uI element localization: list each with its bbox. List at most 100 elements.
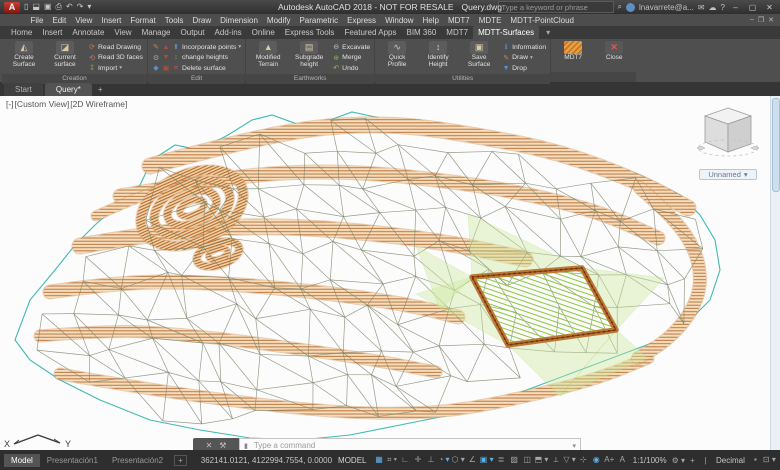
- viewport-view-control[interactable]: [Custom View]: [15, 99, 70, 109]
- mdt7-button[interactable]: MDT7: [555, 41, 591, 62]
- save-surface-button[interactable]: ▣ Save Surface: [461, 41, 497, 69]
- menu-item[interactable]: Parametric: [295, 16, 343, 25]
- menu-item[interactable]: MDT7: [443, 16, 474, 25]
- 3d-object-snap-icon[interactable]: ⬒ ▾: [534, 455, 550, 465]
- command-input[interactable]: [251, 440, 569, 450]
- file-tab[interactable]: Start: [4, 83, 43, 96]
- ribbon-tab[interactable]: Insert: [37, 26, 67, 39]
- layout-tab[interactable]: Presentación1: [40, 454, 105, 467]
- save-icon[interactable]: ▣: [44, 2, 52, 12]
- help-icon[interactable]: ?: [721, 3, 725, 12]
- change-heights-button[interactable]: ⚙ ▼ ↕ change heights: [152, 54, 241, 62]
- current-surface-button[interactable]: ◪ Current surface: [47, 41, 83, 69]
- new-layout-button[interactable]: +: [174, 454, 187, 466]
- ribbon-tab[interactable]: MDTT-Surfaces: [473, 26, 540, 39]
- doc-restore-button[interactable]: ❐: [758, 16, 764, 24]
- signed-in-user[interactable]: lnavarrete@a...: [639, 3, 694, 12]
- identify-height-button[interactable]: ↕ Identify Height: [420, 41, 456, 69]
- annotation-visibility-icon[interactable]: ◉: [590, 455, 603, 465]
- ribbon-tab[interactable]: Featured Apps: [339, 26, 401, 39]
- annotation-autoscale-icon[interactable]: A+: [603, 455, 616, 465]
- ribbon-tab[interactable]: Output: [176, 26, 210, 39]
- drawing-canvas[interactable]: [-] [Custom View] [2D Wireframe] Unnamed…: [0, 96, 780, 450]
- communication-center-icon[interactable]: ✉: [698, 3, 705, 12]
- maximize-button[interactable]: ▢: [746, 3, 759, 12]
- dynamic-input-icon[interactable]: ✛: [411, 455, 424, 465]
- infer-constraints-icon[interactable]: ∟: [398, 455, 411, 465]
- open-file-icon[interactable]: ⬓: [32, 2, 40, 12]
- command-close-icon[interactable]: ✕: [206, 441, 213, 450]
- ribbon-tab[interactable]: BIM 360: [401, 26, 441, 39]
- autocad-logo-icon[interactable]: A: [4, 1, 20, 13]
- workspace-switching-icon[interactable]: ⚙ ▾: [671, 456, 686, 465]
- transparency-icon[interactable]: ▨: [508, 455, 521, 465]
- viewcube-icon[interactable]: [693, 102, 763, 160]
- grid-icon[interactable]: ▦: [372, 455, 385, 465]
- incorporate-points-button[interactable]: ✎ ▲ ⬆ Incorporate points ▾: [152, 43, 241, 52]
- modified-terrain-button[interactable]: ▲ Modified Terrain: [250, 41, 286, 69]
- menu-item[interactable]: Modify: [262, 16, 295, 25]
- menu-item[interactable]: Insert: [97, 16, 126, 25]
- read-drawing-button[interactable]: ⟳ Read Drawing: [88, 43, 143, 52]
- snap-mode-icon[interactable]: ⌗ ▾: [385, 455, 398, 465]
- selection-cycling-icon[interactable]: ◫: [521, 455, 534, 465]
- ortho-mode-icon[interactable]: ⊥: [424, 455, 437, 465]
- search-input[interactable]: [497, 1, 614, 13]
- annotation-scale-control[interactable]: 1:1/100%: [631, 456, 669, 465]
- units-divider-icon[interactable]: |: [699, 456, 712, 465]
- menu-item[interactable]: Express: [343, 16, 381, 25]
- minimize-button[interactable]: –: [729, 3, 742, 12]
- polar-tracking-icon[interactable]: ◔ ▾: [437, 455, 450, 465]
- ribbon-tab[interactable]: Manage: [137, 26, 176, 39]
- layout-tab[interactable]: Model: [4, 453, 40, 467]
- viewport-menu-control[interactable]: [-]: [6, 99, 14, 109]
- import-button[interactable]: ↧ Import ▾: [88, 64, 143, 73]
- new-file-icon[interactable]: ▯: [24, 2, 28, 12]
- menu-item[interactable]: View: [71, 16, 97, 25]
- read-3d-faces-button[interactable]: ⟲ Read 3D faces: [88, 54, 143, 62]
- ribbon-tab[interactable]: MDT7: [441, 26, 473, 39]
- menu-item[interactable]: Tools: [160, 16, 188, 25]
- ribbon-tab[interactable]: Annotate: [67, 26, 109, 39]
- object-snap-tracking-icon[interactable]: ∠: [466, 455, 479, 465]
- group-label-utilities[interactable]: Utilities: [375, 74, 551, 84]
- quick-profile-button[interactable]: ∿ Quick Profile: [379, 41, 415, 69]
- subgrade-height-button[interactable]: ▤ Subgrade height: [291, 41, 327, 69]
- ribbon-minimize-icon[interactable]: ▾: [543, 26, 553, 39]
- gizmo-icon[interactable]: ⊹: [577, 455, 590, 465]
- lineweight-icon[interactable]: ≣: [495, 455, 508, 465]
- user-avatar[interactable]: [626, 2, 636, 12]
- doc-close-button[interactable]: ✕: [768, 16, 774, 24]
- layout-tab[interactable]: Presentación2: [105, 454, 170, 467]
- draw-button[interactable]: ✎ Draw ▾: [502, 54, 546, 62]
- viewport-visual-style-control[interactable]: [2D Wireframe]: [70, 99, 127, 109]
- ribbon-tab[interactable]: Home: [6, 26, 37, 39]
- menu-item[interactable]: Window: [381, 16, 418, 25]
- doc-minimize-button[interactable]: –: [750, 16, 754, 24]
- command-recent-icon[interactable]: ▾: [572, 442, 576, 450]
- model-space-toggle[interactable]: MODEL: [334, 455, 370, 466]
- annotation-monitor-icon[interactable]: +: [686, 456, 699, 465]
- new-drawing-tab-button[interactable]: +: [94, 83, 107, 96]
- isometric-drafting-icon[interactable]: ⬡ ▾: [451, 455, 466, 465]
- delete-surface-button[interactable]: ◆ ▣ ✕ Delete surface: [152, 64, 241, 73]
- viewcube[interactable]: Unnamed ▾: [692, 102, 764, 180]
- menu-item[interactable]: MDTE: [474, 16, 506, 25]
- menu-item[interactable]: Format: [126, 16, 160, 25]
- ribbon-tab[interactable]: Online: [247, 26, 280, 39]
- command-customize-icon[interactable]: ⚒: [219, 441, 226, 450]
- redo-icon[interactable]: ↷: [77, 2, 84, 12]
- merge-button[interactable]: ⊕ Merge: [332, 54, 370, 62]
- excavate-button[interactable]: ⊖ Excavate: [332, 43, 370, 52]
- menu-item[interactable]: Draw: [188, 16, 216, 25]
- ribbon-tab[interactable]: Add-ins: [210, 26, 247, 39]
- menu-item[interactable]: Help: [418, 16, 443, 25]
- scrollbar-thumb[interactable]: [772, 98, 780, 192]
- file-tab[interactable]: Query*: [44, 83, 92, 96]
- quick-properties-icon[interactable]: ⊡ ▾: [762, 455, 777, 465]
- lock-ui-icon[interactable]: ▪: [749, 455, 762, 465]
- undo-button[interactable]: ↶ Undo: [332, 64, 370, 73]
- qat-dropdown-icon[interactable]: ▾: [87, 2, 91, 12]
- undo-icon[interactable]: ↶: [66, 2, 73, 12]
- menu-item[interactable]: MDTT-PointCloud: [506, 16, 579, 25]
